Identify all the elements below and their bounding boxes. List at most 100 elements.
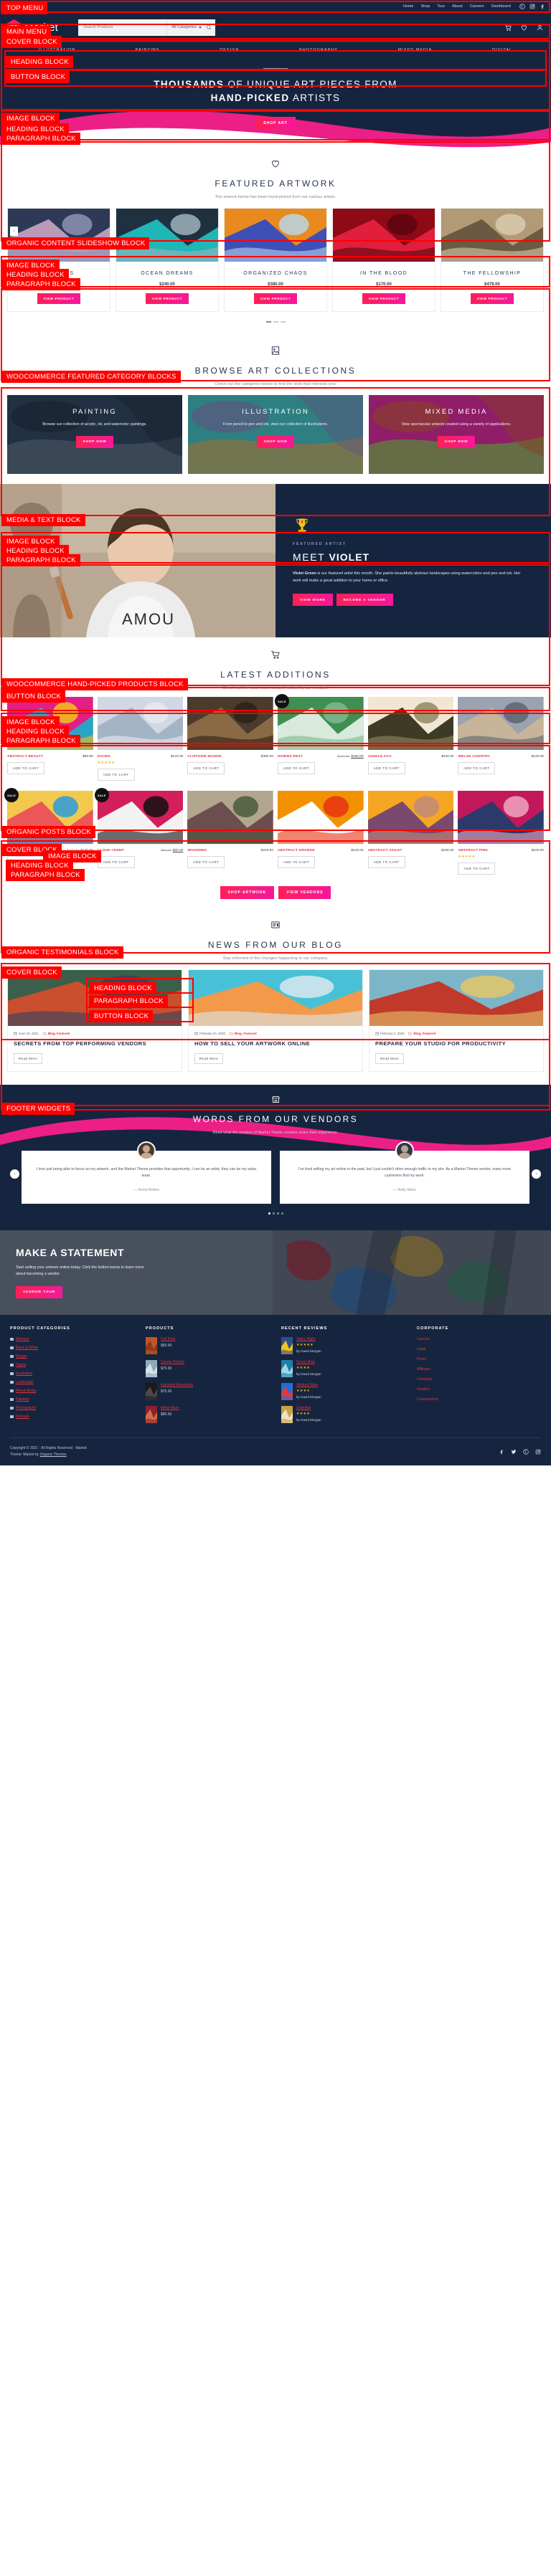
vendor-tour-button[interactable]: VENDOR TOUR: [16, 1286, 63, 1298]
blog-title[interactable]: PREPARE YOUR STUDIO FOR PRODUCTIVITY: [369, 1035, 543, 1047]
instagram-icon[interactable]: [529, 4, 535, 9]
footer-corporate-link[interactable]: Legal: [417, 1347, 541, 1351]
footer-product[interactable]: Metal Maze $80.00: [146, 1406, 270, 1423]
testimonial-dots[interactable]: [0, 1212, 551, 1215]
shop-now-button[interactable]: SHOP NOW: [437, 436, 476, 448]
read-more-button[interactable]: Read More: [194, 1053, 224, 1064]
view-product-button[interactable]: VIEW PRODUCT: [362, 293, 406, 304]
blog-category[interactable]: Blog, Featured: [408, 1032, 435, 1035]
top-menu-link-home[interactable]: Home: [400, 4, 418, 9]
footer-review[interactable]: Starry Night ★★★★★ by David Morgan: [281, 1337, 405, 1354]
footer-corporate-link[interactable]: Press: [417, 1357, 541, 1361]
latest-button-shop-artwork[interactable]: SHOP ARTWORK: [220, 886, 275, 899]
product-image[interactable]: SALE: [275, 694, 364, 750]
read-more-button[interactable]: Read More: [375, 1053, 405, 1064]
footer-review-name[interactable]: Underfall: [296, 1406, 321, 1410]
slider-dots[interactable]: [0, 315, 551, 332]
main-menu-item-digital[interactable]: DIGITAL: [492, 48, 512, 52]
shop-now-button[interactable]: SHOP NOW: [75, 436, 114, 448]
footer-category-link[interactable]: Digital: [16, 1363, 26, 1367]
footer-product-name[interactable]: Clouds Perfect: [161, 1360, 184, 1364]
blog-category[interactable]: Blog, Featured: [43, 1032, 70, 1035]
product-image[interactable]: [187, 791, 274, 844]
product-name[interactable]: ABSTRACT PINK: [458, 849, 488, 852]
main-menu-item-photography[interactable]: PHOTOGRAPHY: [299, 48, 338, 52]
footer-corporate-link[interactable]: Vendors: [417, 1387, 541, 1392]
list-item[interactable]: Photography: [10, 1406, 134, 1410]
product-image[interactable]: [458, 791, 545, 844]
footer-review-name[interactable]: Abstract Blue: [296, 1383, 321, 1387]
footer-review[interactable]: Underfall ★★★★ by David Morgan: [281, 1406, 405, 1423]
product-image[interactable]: SALE: [94, 788, 184, 844]
product-image[interactable]: [8, 209, 110, 262]
product-image[interactable]: [333, 209, 435, 262]
add-to-cart-button[interactable]: ADD TO CART: [97, 856, 135, 868]
product-name[interactable]: DOVER: [98, 755, 110, 759]
product-image[interactable]: [458, 697, 545, 750]
add-to-cart-button[interactable]: ADD TO CART: [187, 762, 225, 774]
list-item[interactable]: Portraits: [10, 1415, 134, 1419]
list-item[interactable]: Digital: [10, 1363, 134, 1367]
list-item[interactable]: Illustration: [10, 1372, 134, 1376]
testimonial-next-arrow[interactable]: ›: [532, 1169, 541, 1179]
category-card[interactable]: ILLUSTRATION From pencil to pen and ink, …: [188, 395, 363, 474]
testimonial-prev-arrow[interactable]: ‹: [10, 1169, 19, 1179]
product-item[interactable]: WELSH COUNTRY $140.00 ADD TO CART: [458, 697, 545, 781]
product-name[interactable]: CLIFFSIDE MANOR: [187, 755, 221, 759]
footer-category-link[interactable]: Illustration: [16, 1372, 32, 1376]
pinterest-icon[interactable]: [523, 1449, 529, 1455]
product-image[interactable]: [187, 697, 274, 750]
slider-prev-arrow[interactable]: ‹: [10, 227, 18, 236]
add-to-cart-button[interactable]: ADD TO CART: [367, 762, 405, 774]
footer-category-link[interactable]: Abstract: [16, 1337, 29, 1341]
footer-category-link[interactable]: Painting: [16, 1397, 29, 1402]
shop-art-button[interactable]: SHOP ART: [255, 116, 296, 130]
list-item[interactable]: Design: [10, 1354, 134, 1359]
top-menu-link-tour[interactable]: Tour: [434, 4, 449, 9]
footer-product[interactable]: Fall Brick $60.00: [146, 1337, 270, 1354]
product-item[interactable]: ABSTRACT VIOLET $190.00 ADD TO CART: [367, 791, 454, 875]
add-to-cart-button[interactable]: ADD TO CART: [458, 862, 496, 875]
product-image[interactable]: [278, 791, 364, 844]
footer-product[interactable]: Clouds Perfect $75.00: [146, 1360, 270, 1377]
account-icon[interactable]: [536, 24, 544, 32]
footer-category-link[interactable]: Design: [16, 1354, 27, 1359]
product-image[interactable]: [367, 791, 454, 844]
footer-category-link[interactable]: Portraits: [16, 1415, 29, 1419]
category-select[interactable]: All Categories: [166, 19, 206, 36]
footer-corporate-link[interactable]: Affiliates: [417, 1367, 541, 1372]
shop-now-button[interactable]: SHOP NOW: [256, 436, 295, 448]
product-item[interactable]: CLIFFSIDE MANOR $350.00 ADD TO CART: [187, 697, 274, 781]
artist-button-view-work[interactable]: VIEW WORK: [293, 594, 333, 606]
footer-review[interactable]: Ocean Blue ★★★★ by David Morgan: [281, 1360, 405, 1377]
footer-product-name[interactable]: Fall Brick: [161, 1337, 176, 1341]
product-name[interactable]: ROBINS REST: [278, 755, 303, 759]
add-to-cart-button[interactable]: ADD TO CART: [367, 856, 405, 868]
add-to-cart-button[interactable]: ADD TO CART: [458, 762, 496, 774]
testimonial-dot-4[interactable]: [281, 1212, 283, 1215]
product-item[interactable]: WOUNDED $249.00 ADD TO CART: [187, 791, 274, 875]
list-item[interactable]: Black & White: [10, 1346, 134, 1350]
product-image[interactable]: [116, 209, 218, 262]
pinterest-icon[interactable]: [519, 4, 525, 9]
list-item[interactable]: Painting: [10, 1397, 134, 1402]
product-image[interactable]: [441, 209, 543, 262]
product-name[interactable]: CLOUD CREEP: [98, 849, 124, 852]
view-product-button[interactable]: VIEW PRODUCT: [253, 293, 298, 304]
product-name[interactable]: ABSTRACT BEAUTY: [7, 755, 43, 759]
product-item[interactable]: SALE CLOUD CREEP $90.00 $80.00 ADD TO CART: [94, 788, 184, 875]
testimonial-dot-1[interactable]: [268, 1212, 270, 1215]
product-item[interactable]: ABSTRACT ORANGE $140.00 ADD TO CART: [278, 791, 364, 875]
footer-product-name[interactable]: Metal Maze: [161, 1406, 179, 1410]
footer-review-name[interactable]: Ocean Blue: [296, 1360, 321, 1364]
product-item[interactable]: DOVER $120.00 ★★★★★ ADD TO CART: [97, 697, 184, 781]
footer-category-link[interactable]: Photography: [16, 1406, 36, 1410]
add-to-cart-button[interactable]: ADD TO CART: [7, 762, 45, 774]
search-icon[interactable]: [206, 24, 212, 30]
list-item[interactable]: Abstract: [10, 1337, 134, 1341]
product-name[interactable]: ABSTRACT ORANGE: [278, 849, 315, 852]
product-item[interactable]: ABSTRACT PINK $220.00 ★★★★★ ADD TO CART: [458, 791, 545, 875]
slider-dot-1[interactable]: [265, 321, 271, 323]
slider-dot-3[interactable]: [280, 321, 286, 323]
search-input[interactable]: [78, 25, 167, 29]
